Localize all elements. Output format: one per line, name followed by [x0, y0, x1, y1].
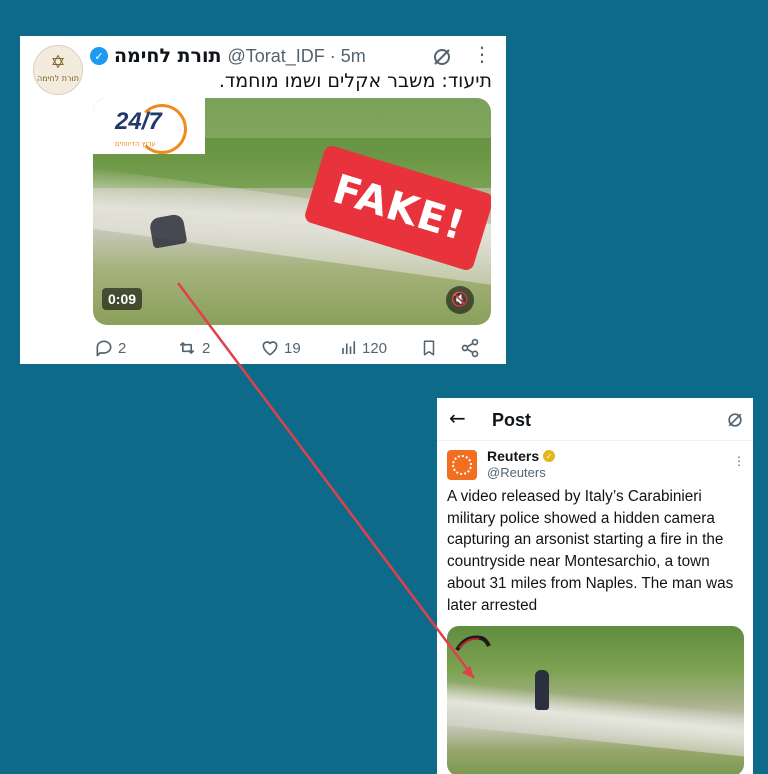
grok-icon[interactable] [430, 45, 454, 69]
like-icon [262, 341, 278, 356]
reply-button[interactable]: 2 [94, 338, 126, 358]
post-video[interactable] [447, 626, 744, 774]
reuters-post-card: ← Post Reuters ✓ @Reuters ⋮ A video rele… [437, 398, 753, 774]
reply-icon [96, 340, 112, 357]
reuters-logo-icon [452, 455, 472, 475]
author-name: Reuters [487, 448, 540, 464]
display-name[interactable]: תורת לחימה [114, 45, 221, 67]
video-duration: 0:09 [102, 288, 143, 310]
post-text: A video released by Italy’s Carabinieri … [447, 488, 734, 614]
back-arrow-icon[interactable]: ← [449, 406, 466, 430]
reply-count: 2 [118, 339, 127, 357]
video-dirt-track [447, 679, 744, 761]
tweet-actions: 2 2 19 120 [94, 338, 494, 362]
repost-icon [179, 342, 195, 354]
views-button[interactable]: 120 [340, 338, 387, 358]
share-button[interactable] [460, 338, 480, 358]
carabinieri-logo-icon [455, 635, 491, 652]
more-icon[interactable]: ⋮ [472, 42, 492, 66]
handle-and-time[interactable]: @Torat_IDF · 5m [227, 46, 365, 67]
bookmark-button[interactable] [420, 338, 438, 358]
channel-logo: 24/7 ערוץ הדיווחים [93, 98, 205, 154]
avatar[interactable]: ✡ תורת לחימה [33, 45, 83, 95]
tweet-text: תיעוד: משבר אקלים ושמו מוחמד. [218, 70, 492, 92]
video-person [535, 670, 549, 710]
avatar-label: תורת לחימה [37, 74, 79, 83]
star-of-david-icon: ✡ [50, 52, 66, 73]
bookmark-icon [423, 340, 435, 356]
repost-count: 2 [202, 339, 211, 357]
grok-icon[interactable] [725, 410, 745, 430]
reuters-avatar[interactable] [447, 450, 477, 480]
share-icon [461, 338, 479, 358]
channel-logo-text: 24/7 [115, 108, 162, 135]
like-count: 19 [284, 339, 301, 357]
verified-badge-icon: ✓ [543, 450, 556, 462]
repost-button[interactable]: 2 [176, 338, 210, 358]
mute-icon[interactable]: 🔇 [446, 286, 474, 314]
page-title: Post [492, 410, 532, 430]
more-icon[interactable]: ⋮ [733, 454, 745, 468]
hebrew-tweet-card: ✡ תורת לחימה ✓ תורת לחימה @Torat_IDF · 5… [20, 36, 506, 364]
verified-badge-icon: ✓ [90, 47, 108, 65]
author-name-row[interactable]: Reuters ✓ [487, 448, 556, 464]
views-icon [342, 341, 356, 354]
view-count: 120 [362, 339, 388, 357]
channel-logo-subtext: ערוץ הדיווחים [115, 140, 156, 148]
tweet-video[interactable]: 24/7 ערוץ הדיווחים FAKE! 0:09 🔇 [93, 98, 491, 325]
author-handle[interactable]: @Reuters [487, 465, 546, 480]
post-top-bar: ← Post [437, 398, 753, 441]
video-person [148, 213, 188, 249]
tweet-header: ✓ תורת לחימה @Torat_IDF · 5m [90, 41, 420, 71]
like-button[interactable]: 19 [260, 338, 301, 358]
